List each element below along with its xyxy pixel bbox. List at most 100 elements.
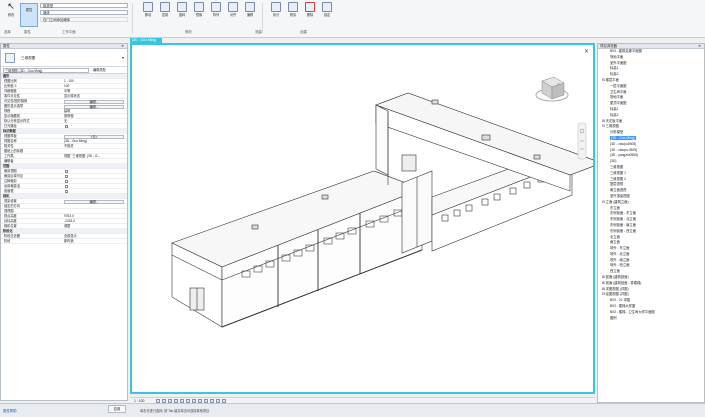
property-edit-button[interactable]: 编辑... xyxy=(64,199,124,204)
property-edit-button[interactable]: 编辑... xyxy=(64,99,124,104)
browser-item-label: B03 - 楼梯大样图 xyxy=(610,304,636,309)
browser-item-label: ⊞ 剖面 (建筑剖面 - 带楼梯) xyxy=(602,280,642,285)
browser-tree: B03 - 建筑走廊平面图 场地平面 室外平面图 标高1 标高2 ⊟ 楼层平面 一层平面图卫… xyxy=(598,49,704,321)
property-row: 阶段 新构造 xyxy=(1,239,127,244)
rooftop-unit xyxy=(533,154,541,160)
canvas-close-icon[interactable]: ✕ xyxy=(584,49,589,55)
browser-item-label: 南立面透视 xyxy=(610,188,627,193)
property-value[interactable]: 新构造 xyxy=(64,239,124,244)
align-icon xyxy=(228,2,238,12)
view-cube-icon[interactable]: ⌂ xyxy=(535,76,569,102)
browser-item-label: 分析模型 xyxy=(610,130,624,135)
browser-item-label: {3D - Guo Ming} xyxy=(610,135,636,140)
apply-button[interactable]: 应用 xyxy=(108,405,126,413)
browser-item-label: {3D - xiaoyu 0505} xyxy=(610,147,638,152)
ribbon-separator xyxy=(262,3,263,33)
ribbon-button-7[interactable]: 偏移 xyxy=(242,2,258,26)
ribbon-button-5[interactable]: 阵列 xyxy=(208,2,224,26)
browser-item-label: ⊞ 详图视图 (详图) xyxy=(602,286,629,291)
property-checkbox[interactable] xyxy=(65,185,68,188)
rooftop-unit xyxy=(321,194,329,200)
offset-icon xyxy=(245,2,255,12)
browser-item-label: 场外 - 西立面 xyxy=(610,263,630,268)
property-checkbox[interactable] xyxy=(65,180,68,183)
group-label-measure: 测量 xyxy=(255,30,262,34)
browser-item-label: {3D - yangzhi0505} xyxy=(610,153,639,158)
browser-item-label: 室外平面图 xyxy=(610,60,627,65)
browser-item-label: 标高1 xyxy=(610,66,619,71)
ribbon-button-9[interactable]: 修剪 xyxy=(285,2,301,26)
rooftop-unit xyxy=(431,99,439,105)
browser-item-label: 东侧剖面 - 北立面 xyxy=(610,217,637,222)
browser-item-label: 场地平面 xyxy=(610,95,624,100)
browser-item-label: 场外 - 北立面 xyxy=(610,251,630,256)
edit-type-button[interactable]: 编辑类型 xyxy=(93,68,106,73)
split-icon xyxy=(271,2,281,12)
browser-item-label: 西立面 xyxy=(610,269,620,274)
browser-item-label: 三维视图 1 xyxy=(610,170,626,175)
browser-item-label: ⊞ 天花板平面 xyxy=(602,118,623,123)
group-label-select: 选择 xyxy=(4,30,11,34)
browser-item-label: 一层平面图 xyxy=(610,83,627,88)
properties-button[interactable]: 属性 xyxy=(20,3,38,27)
browser-item-label: 整层透视 xyxy=(610,182,624,187)
property-edit-button[interactable]: <无> xyxy=(64,134,124,139)
lock-icon xyxy=(322,2,332,12)
browser-item-label: 标高1 xyxy=(610,106,619,111)
navigation-bar[interactable] xyxy=(577,122,587,160)
array-icon xyxy=(211,2,221,12)
trim-icon xyxy=(288,2,298,12)
ribbon-button-3[interactable]: 旋转 xyxy=(174,2,190,26)
property-checkbox[interactable] xyxy=(65,170,68,173)
status-message: 单击可进行选择; 按 Tab 键并单击可选择其他项目 xyxy=(140,409,210,413)
browser-item-label: 标高2 xyxy=(610,112,619,117)
ribbon-button-1[interactable]: 移动 xyxy=(140,2,156,26)
property-checkbox[interactable] xyxy=(65,175,68,178)
type-value-dropdown[interactable]: 墙体 xyxy=(40,10,128,15)
ribbon-button-6[interactable]: 对齐 xyxy=(225,2,241,26)
building-model: ⌂ ✕ xyxy=(171,49,603,328)
move-icon xyxy=(143,2,153,12)
browser-item-label: ⊞ 剖面 (建筑剖面) xyxy=(602,275,629,280)
browser-item-label: {3D - xiaoyu0505} xyxy=(610,141,637,146)
browser-item-label: B03 - 建筑走廊平面图 xyxy=(610,49,642,53)
svg-text:✕: ✕ xyxy=(584,49,589,55)
cursor-arrow-icon: ↖ xyxy=(7,1,15,11)
ribbon-button-10[interactable]: 删除 xyxy=(302,2,318,26)
browser-item-label: 图例 xyxy=(610,315,617,320)
browser-item[interactable]: 图例 xyxy=(598,316,704,322)
group-label-modify: 修改 xyxy=(185,30,192,34)
browser-item-label: 三维视图 xyxy=(610,164,624,169)
browser-item-label: ⊟ 楼层平面 xyxy=(602,77,619,82)
type-selector[interactable]: 三维视图 ▾ xyxy=(1,49,127,67)
browser-item-label: 东侧剖面 - 东立面 xyxy=(610,211,637,216)
ribbon-button-8[interactable]: 拆分 xyxy=(268,2,284,26)
browser-item-label: ⊟ 绘图视图 (详图) xyxy=(602,292,629,297)
property-checkbox[interactable] xyxy=(65,190,68,193)
property-edit-button[interactable]: 编辑... xyxy=(64,104,124,109)
3d-view-canvas[interactable]: ⌂ ✕ xyxy=(130,43,603,394)
browser-item-label: ⊟ 三维视图 xyxy=(602,124,619,129)
status-bar: 属性帮助 应用 单击可进行选择; 按 Tab 键并单击可选择其他项目 xyxy=(0,403,705,417)
type-dropdown[interactable]: 族类型 xyxy=(40,3,128,8)
modify-button[interactable]: ↖ 修改 xyxy=(3,2,19,26)
browser-item-label: 东立面 xyxy=(610,205,620,210)
project-browser: 项目浏览器 ✕ B03 - 建筑走廊平面图 场地平面 室外平面图 标高1 标高2 ⊟ 楼层平… xyxy=(597,43,705,403)
browser-item-label: {3D} xyxy=(610,159,617,164)
browser-item-label: ⊟ 立面 (建筑立面) xyxy=(602,199,629,204)
browser-item-label: 三维视图 2 xyxy=(610,176,626,181)
ribbon-button-4[interactable]: 镜像 xyxy=(191,2,207,26)
3d-view-icon xyxy=(5,53,15,63)
browser-item-label: 场地平面 xyxy=(610,54,624,59)
group-label-create: 创建 xyxy=(300,30,307,34)
property-checkbox[interactable] xyxy=(65,125,68,128)
properties-help-link[interactable]: 属性帮助 xyxy=(3,408,17,413)
ribbon-button-11[interactable]: 锁定 xyxy=(319,2,335,26)
browser-item-label: B03 - 01 详图 xyxy=(610,298,630,303)
instance-dropdown[interactable]: 三维视图: {3D - Guo Ming} xyxy=(3,68,89,73)
browser-item-label: 场外 - 东立面 xyxy=(610,246,630,251)
instance-filter: 三维视图: {3D - Guo Ming} 编辑类型 xyxy=(1,67,127,74)
group-label-properties: 属性 xyxy=(24,30,31,34)
ribbon-button-2[interactable]: 复制 xyxy=(157,2,173,26)
properties-panel: 属性 ✕ 三维视图 ▾ 三维视图: {3D - Guo Ming} 编辑类型 图形… xyxy=(0,43,128,401)
